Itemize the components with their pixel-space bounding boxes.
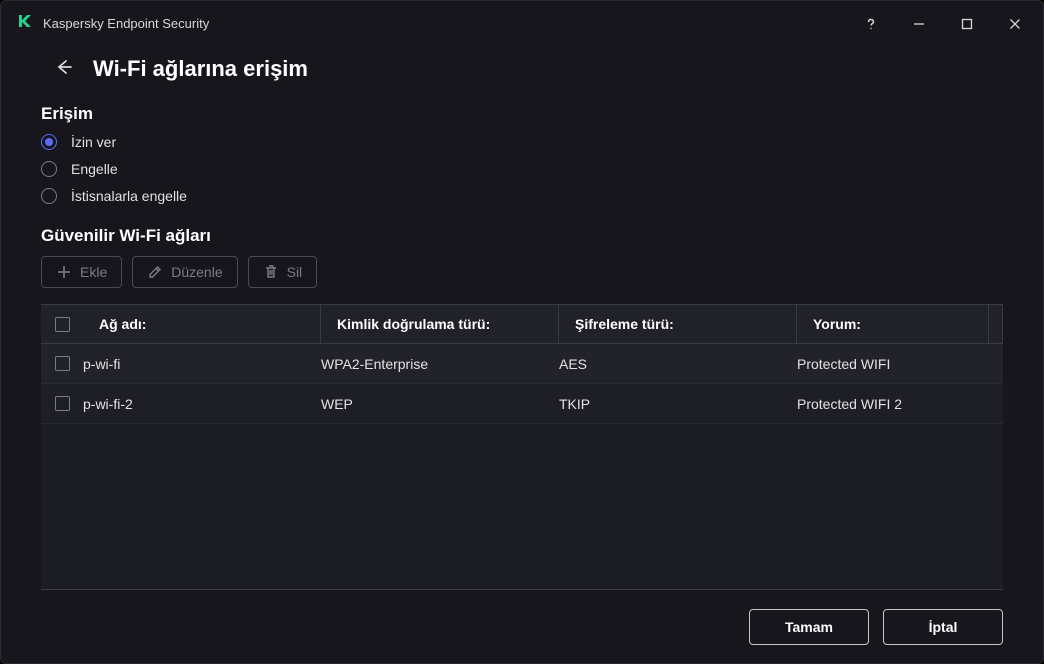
cell-name: p-wi-fi: [83, 356, 321, 372]
header-auth[interactable]: Kimlik doğrulama türü:: [321, 305, 559, 343]
plus-icon: [56, 264, 72, 280]
close-button[interactable]: [1003, 12, 1027, 36]
checkbox-icon: [55, 317, 70, 332]
minimize-button[interactable]: [907, 12, 931, 36]
cell-auth: WEP: [321, 396, 559, 412]
app-title: Kaspersky Endpoint Security: [43, 16, 209, 31]
page-header: Wi-Fi ağlarına erişim: [41, 56, 1003, 82]
titlebar-left: Kaspersky Endpoint Security: [17, 13, 209, 34]
delete-label: Sil: [287, 264, 303, 280]
header-name[interactable]: Ağ adı:: [83, 305, 321, 343]
ok-button[interactable]: Tamam: [749, 609, 869, 645]
app-window: Kaspersky Endpoint Security Wi-Fi ağları…: [0, 0, 1044, 664]
row-checkbox-cell[interactable]: [41, 356, 83, 371]
header-note[interactable]: Yorum:: [797, 305, 989, 343]
cell-enc: AES: [559, 356, 797, 372]
table-row[interactable]: p-wi-fi-2 WEP TKIP Protected WIFI 2: [41, 384, 1003, 424]
access-radio-group: İzin ver Engelle İstisnalarla engelle: [41, 134, 1003, 204]
header-enc[interactable]: Şifreleme türü:: [559, 305, 797, 343]
radio-block-exceptions[interactable]: İstisnalarla engelle: [41, 188, 1003, 204]
row-checkbox-cell[interactable]: [41, 396, 83, 411]
radio-icon: [41, 161, 57, 177]
titlebar: Kaspersky Endpoint Security: [1, 1, 1043, 46]
trash-icon: [263, 264, 279, 280]
maximize-button[interactable]: [955, 12, 979, 36]
cell-note: Protected WIFI: [797, 356, 1003, 372]
cell-note: Protected WIFI 2: [797, 396, 1003, 412]
toolbar: Ekle Düzenle Sil: [41, 256, 1003, 288]
radio-block[interactable]: Engelle: [41, 161, 1003, 177]
edit-label: Düzenle: [171, 264, 222, 280]
cell-name: p-wi-fi-2: [83, 396, 321, 412]
table-header: Ağ adı: Kimlik doğrulama türü: Şifreleme…: [41, 304, 1003, 344]
access-section-label: Erişim: [41, 104, 1003, 124]
table-row[interactable]: p-wi-fi WPA2-Enterprise AES Protected WI…: [41, 344, 1003, 384]
content: Wi-Fi ağlarına erişim Erişim İzin ver En…: [1, 46, 1043, 590]
cell-auth: WPA2-Enterprise: [321, 356, 559, 372]
add-label: Ekle: [80, 264, 107, 280]
app-logo-icon: [17, 13, 33, 34]
page-title: Wi-Fi ağlarına erişim: [93, 56, 308, 82]
add-button[interactable]: Ekle: [41, 256, 122, 288]
checkbox-icon: [55, 396, 70, 411]
radio-allow[interactable]: İzin ver: [41, 134, 1003, 150]
titlebar-right: [859, 12, 1027, 36]
header-end: [989, 305, 1003, 343]
back-button[interactable]: [41, 58, 73, 81]
table-body: p-wi-fi WPA2-Enterprise AES Protected WI…: [41, 344, 1003, 590]
header-checkbox-cell[interactable]: [41, 305, 83, 343]
footer: Tamam İptal: [1, 590, 1043, 663]
trusted-section-label: Güvenilir Wi-Fi ağları: [41, 226, 1003, 246]
trusted-networks-table: Ağ adı: Kimlik doğrulama türü: Şifreleme…: [41, 304, 1003, 590]
radio-icon: [41, 134, 57, 150]
radio-label: Engelle: [71, 161, 118, 177]
radio-icon: [41, 188, 57, 204]
cancel-button[interactable]: İptal: [883, 609, 1003, 645]
help-button[interactable]: [859, 12, 883, 36]
delete-button[interactable]: Sil: [248, 256, 318, 288]
radio-label: İstisnalarla engelle: [71, 188, 187, 204]
checkbox-icon: [55, 356, 70, 371]
edit-button[interactable]: Düzenle: [132, 256, 237, 288]
radio-label: İzin ver: [71, 134, 116, 150]
cell-enc: TKIP: [559, 396, 797, 412]
pencil-icon: [147, 264, 163, 280]
